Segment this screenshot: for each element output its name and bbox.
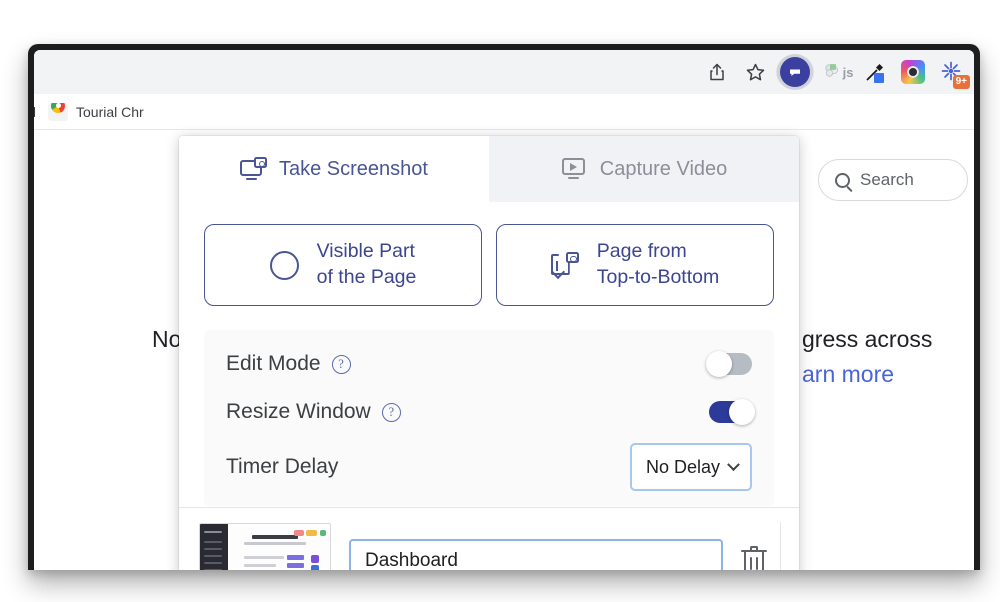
- toolbar-icon-group: js 9+: [700, 55, 970, 89]
- screenshot-thumbnail[interactable]: [199, 523, 331, 570]
- thumbnail-bar: [287, 555, 304, 560]
- browser-toolbar: js 9+: [34, 50, 974, 94]
- empty-state-text-right: gress across arn more: [802, 326, 932, 388]
- setting-label-group: Resize Window ?: [226, 400, 401, 424]
- resize-window-toggle[interactable]: [709, 399, 755, 425]
- tourial-extension-icon[interactable]: [778, 55, 812, 89]
- js-extension-icon[interactable]: js: [820, 55, 854, 89]
- tab-take-screenshot[interactable]: Take Screenshot: [179, 136, 489, 202]
- trash-icon[interactable]: [741, 546, 767, 570]
- video-icon: [561, 157, 587, 181]
- bookmark-item-0[interactable]: ial: [34, 104, 36, 120]
- setting-label-group: Timer Delay: [226, 455, 338, 479]
- thumbnail-subtitle: [244, 542, 306, 545]
- empty-state-text-left: No: [152, 326, 182, 352]
- screenshot-root: js 9+ l Tourial Chr Search No gress acro…: [0, 0, 1000, 602]
- tab-capture-video[interactable]: Capture Video: [489, 136, 799, 202]
- popup-tabs: Take Screenshot Capture Video: [179, 136, 799, 202]
- setting-row-edit-mode: Edit Mode ?: [226, 340, 752, 388]
- chrome-web-store-icon: [48, 102, 69, 121]
- search-input[interactable]: Search: [818, 159, 968, 201]
- camera-extension-icon[interactable]: [896, 55, 930, 89]
- help-icon[interactable]: ?: [331, 354, 351, 374]
- bookmark-item-tourial-chrome[interactable]: Tourial Chr: [48, 102, 144, 121]
- tab-label: Capture Video: [599, 157, 728, 180]
- bookmark-label: ial: [34, 103, 37, 120]
- setting-row-resize-window: Resize Window ?: [226, 388, 755, 436]
- browser-window-frame: js 9+ l Tourial Chr Search No gress acro…: [28, 44, 980, 570]
- mode-visible-part-button[interactable]: Visible Part of the Page: [204, 224, 482, 306]
- thumbnail-title: [252, 535, 298, 539]
- screenshot-title-input[interactable]: [349, 539, 723, 570]
- notifications-extension-icon[interactable]: 9+: [934, 55, 970, 89]
- bookmark-star-icon[interactable]: [738, 55, 772, 89]
- bookmarks-bar: ial Tourial Chr: [34, 94, 974, 130]
- thumbnail-sidebar: [200, 524, 228, 570]
- capture-mode-row: Visible Part of the Page Page from Top-t…: [179, 202, 799, 306]
- thumbnail-bar: [287, 563, 304, 568]
- notification-badge: 9+: [952, 75, 970, 89]
- footer-divider: [780, 522, 781, 570]
- eyedropper-extension-icon[interactable]: [858, 55, 892, 89]
- timer-delay-select[interactable]: No Delay: [630, 443, 752, 491]
- search-placeholder: Search: [860, 170, 914, 189]
- js-extension-label: js: [842, 64, 854, 80]
- radio-circle-icon: [269, 250, 299, 280]
- tab-label: Take Screenshot: [279, 157, 428, 180]
- settings-card: Edit Mode ? Resize Window ? Timer Delay …: [204, 330, 774, 506]
- thumbnail-line: [244, 556, 284, 559]
- timer-delay-value: No Delay: [646, 456, 721, 477]
- search-icon: [835, 172, 850, 188]
- thumbnail-chip-amber: [306, 530, 317, 536]
- thumbnail-line: [244, 564, 276, 567]
- page-content: Search No gress across arn more Take Scr…: [34, 131, 974, 570]
- setting-row-timer-delay: Timer Delay No Delay: [226, 436, 752, 498]
- setting-label-group: Edit Mode ?: [226, 352, 351, 376]
- chevron-down-icon: [727, 457, 740, 471]
- thumbnail-square: [311, 555, 319, 563]
- extension-pill: [776, 55, 814, 89]
- page-capture-icon: [550, 252, 579, 278]
- setting-label: Resize Window: [226, 400, 371, 423]
- screenshot-icon: [240, 156, 267, 182]
- browser-viewport: js 9+ l Tourial Chr Search No gress acro…: [34, 50, 974, 570]
- edit-mode-toggle[interactable]: [706, 351, 752, 377]
- thumbnail-chip-red: [294, 530, 304, 536]
- share-icon[interactable]: [700, 55, 734, 89]
- screenshot-extension-popup: Take Screenshot Capture Video Visible Pa…: [179, 136, 799, 570]
- screenshot-history-row: [179, 507, 799, 570]
- mode-full-page-button[interactable]: Page from Top-to-Bottom: [496, 224, 774, 306]
- bookmark-label: Tourial Chr: [76, 103, 144, 120]
- mode-label: Visible Part of the Page: [316, 240, 417, 288]
- mode-label: Page from Top-to-Bottom: [596, 240, 720, 288]
- help-icon[interactable]: ?: [381, 402, 401, 422]
- thumbnail-chip-green: [320, 530, 326, 536]
- learn-more-link[interactable]: arn more: [802, 361, 932, 388]
- setting-label: Timer Delay: [226, 455, 339, 478]
- thumbnail-square: [311, 565, 319, 570]
- setting-label: Edit Mode: [226, 352, 321, 375]
- empty-state-line: gress across: [802, 326, 933, 352]
